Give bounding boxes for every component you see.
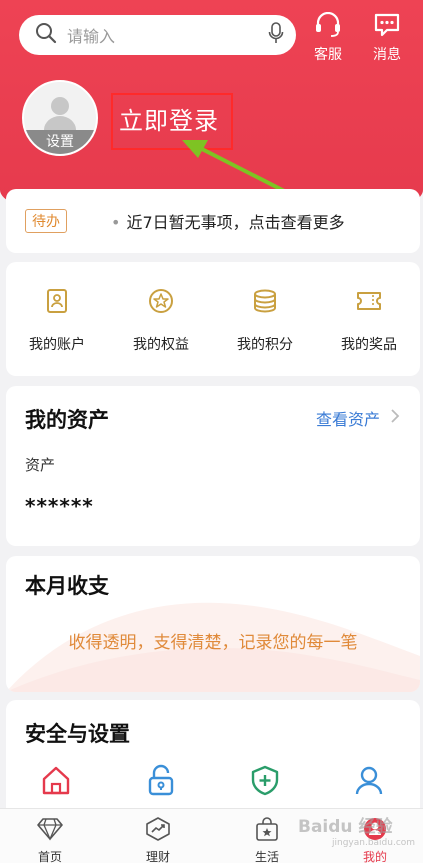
tab-label: 我的 xyxy=(362,850,387,863)
security-card: 安全与设置 xyxy=(6,700,420,820)
user-icon[interactable] xyxy=(353,764,385,800)
shortcut-my-rights[interactable]: 我的权益 xyxy=(116,288,206,354)
message-label: 消息 xyxy=(373,47,401,63)
view-assets-link[interactable]: 查看资产 xyxy=(316,406,400,430)
shortcut-my-prizes[interactable]: 我的奖品 xyxy=(324,288,414,354)
watermark-brand: Baidu 经验 xyxy=(298,817,393,837)
assets-title: 我的资产 xyxy=(25,408,109,432)
income-description: 收得透明，支得清楚，记录您的每一笔 xyxy=(68,633,358,653)
shortcut-label: 我的奖品 xyxy=(341,337,397,353)
watermark-url: jingyan.baidu.com xyxy=(332,838,416,848)
search-input[interactable]: 请输入 xyxy=(67,23,268,47)
service-label: 客服 xyxy=(314,47,342,63)
monthly-income-card[interactable]: 本月收支 收得透明，支得清楚，记录您的每一笔 xyxy=(6,556,420,692)
tab-life[interactable]: 生活 xyxy=(237,817,297,863)
todo-text: 近7日暂无事项，点击查看更多 xyxy=(126,213,345,232)
chevron-right-icon xyxy=(390,408,400,429)
chat-bubble-icon xyxy=(372,13,402,42)
bag-star-icon xyxy=(254,817,280,844)
bullet-dot: • xyxy=(111,213,121,232)
asset-value: ****** xyxy=(25,494,94,518)
shortcuts-card: 我的账户 我的权益 我的积分 我的奖品 xyxy=(6,262,420,376)
coins-icon xyxy=(251,289,279,318)
customer-service-button[interactable]: 客服 xyxy=(308,11,348,64)
asset-label: 资产 xyxy=(25,456,56,474)
income-title: 本月收支 xyxy=(25,574,109,598)
security-title: 安全与设置 xyxy=(25,722,130,746)
assets-card: 我的资产 查看资产 资产 ****** xyxy=(6,386,420,546)
search-icon xyxy=(35,22,57,48)
ticket-icon xyxy=(355,292,383,318)
view-assets-label: 查看资产 xyxy=(315,410,380,429)
todo-card[interactable]: 待办 • 近7日暂无事项，点击查看更多 xyxy=(6,189,420,253)
avatar-settings-label[interactable]: 设置 xyxy=(24,130,96,154)
avatar[interactable]: 设置 xyxy=(22,80,98,156)
headset-icon xyxy=(313,11,343,42)
tab-label: 理财 xyxy=(145,850,170,863)
todo-text-wrap: • 近7日暂无事项，点击查看更多 xyxy=(111,209,345,233)
diamond-icon xyxy=(37,818,63,844)
tab-home[interactable]: 首页 xyxy=(20,817,80,863)
tab-label: 首页 xyxy=(37,850,62,863)
microphone-icon[interactable] xyxy=(268,22,284,48)
star-badge-icon xyxy=(148,289,174,318)
tab-finance[interactable]: 理财 xyxy=(128,817,188,863)
tab-label: 生活 xyxy=(254,850,279,863)
shortcut-label: 我的账户 xyxy=(29,337,85,353)
shortcut-label: 我的权益 xyxy=(133,337,189,353)
shortcut-my-points[interactable]: 我的积分 xyxy=(220,288,310,354)
lock-icon[interactable] xyxy=(145,764,177,800)
shield-plus-icon[interactable] xyxy=(249,764,281,800)
login-button[interactable]: 立即登录 xyxy=(119,101,219,136)
shortcut-label: 我的积分 xyxy=(237,337,293,353)
shortcut-my-account[interactable]: 我的账户 xyxy=(12,288,102,354)
todo-badge: 待办 xyxy=(25,209,67,233)
home-icon[interactable] xyxy=(40,764,72,800)
messages-button[interactable]: 消息 xyxy=(367,12,407,64)
chart-trend-icon xyxy=(145,817,171,844)
search-bar[interactable]: 请输入 xyxy=(19,15,296,55)
account-card-icon xyxy=(44,289,70,318)
